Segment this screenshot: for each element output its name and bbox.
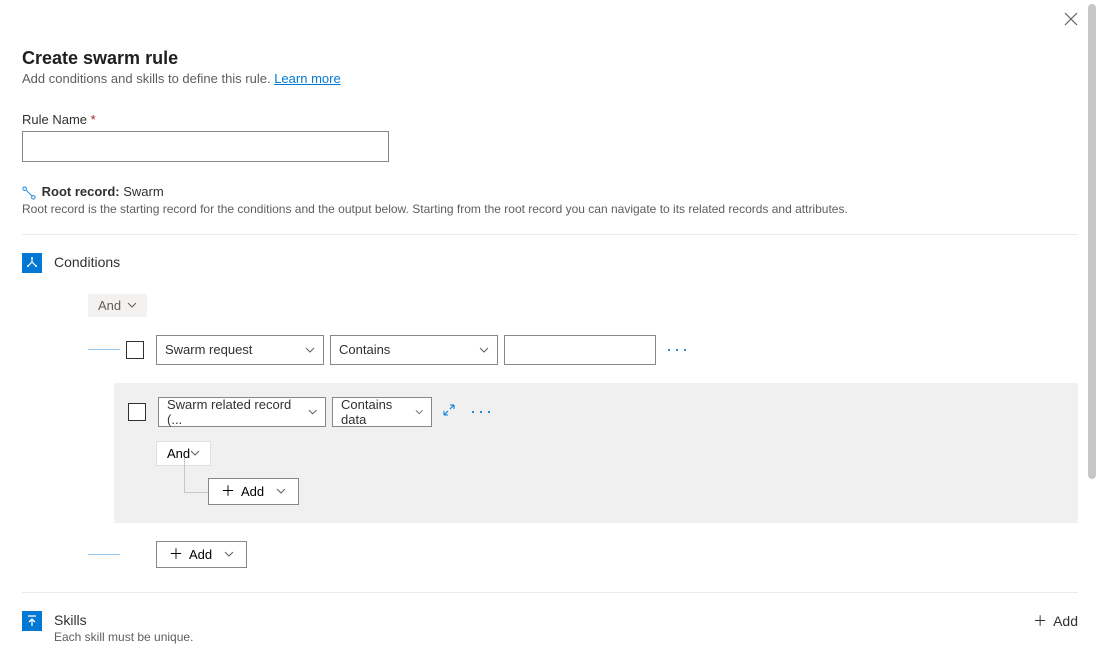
plus-icon: ＋ [1033, 611, 1047, 631]
add-condition-button[interactable]: ＋ Add [156, 541, 247, 568]
add-skill-button[interactable]: ＋ Add [1033, 611, 1078, 631]
chevron-down-icon [276, 486, 286, 496]
root-record-row: Root record: Swarm [22, 184, 1078, 200]
close-button[interactable] [1064, 12, 1080, 28]
chevron-down-icon [308, 407, 317, 417]
root-record-description: Root record is the starting record for t… [22, 202, 1078, 216]
collapse-icon[interactable] [438, 403, 460, 420]
skills-icon [22, 611, 42, 631]
plus-icon: ＋ [221, 484, 235, 498]
chevron-down-icon [479, 345, 489, 355]
chevron-down-icon [305, 345, 315, 355]
conditions-icon [22, 253, 42, 273]
row-checkbox[interactable] [126, 341, 144, 359]
skills-title: Skills [54, 612, 193, 628]
value-select[interactable] [504, 335, 656, 365]
rule-name-input[interactable] [22, 131, 389, 162]
row-more-button[interactable]: ··· [466, 401, 498, 422]
skills-subtitle: Each skill must be unique. [54, 630, 193, 644]
top-operator-dropdown[interactable]: And [88, 294, 147, 317]
tree-connector [88, 349, 120, 350]
rule-name-label: Rule Name * [22, 112, 1078, 127]
chevron-down-icon [127, 300, 137, 310]
tree-connector [88, 554, 120, 555]
page-subtitle: Add conditions and skills to define this… [22, 71, 1078, 86]
learn-more-link[interactable]: Learn more [274, 71, 340, 86]
nested-add-button[interactable]: ＋ Add [208, 478, 299, 505]
conditions-title: Conditions [54, 254, 1078, 270]
nested-condition-group: Swarm related record (... Contains data … [114, 383, 1078, 523]
plus-icon: ＋ [169, 547, 183, 561]
chevron-down-icon [190, 448, 200, 458]
field-select[interactable]: Swarm request [156, 335, 324, 365]
field-select[interactable]: Swarm related record (... [158, 397, 326, 427]
operator-select[interactable]: Contains data [332, 397, 432, 427]
page-title: Create swarm rule [22, 48, 1078, 69]
operator-select[interactable]: Contains [330, 335, 498, 365]
flow-icon [22, 186, 36, 200]
row-checkbox[interactable] [128, 403, 146, 421]
close-icon [1064, 12, 1078, 26]
chevron-down-icon [415, 407, 423, 417]
chevron-down-icon [224, 549, 234, 559]
condition-row: Swarm request Contains ··· [88, 335, 1078, 365]
row-more-button[interactable]: ··· [662, 339, 694, 360]
scrollbar[interactable] [1088, 4, 1096, 479]
